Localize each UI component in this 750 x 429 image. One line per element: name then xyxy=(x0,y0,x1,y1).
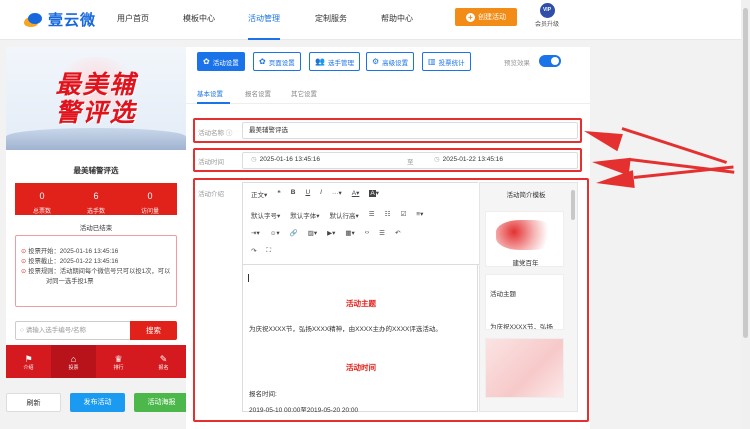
page-scrollbar[interactable] xyxy=(741,0,750,429)
contestant-search-input[interactable]: ○ 请输入选手编号/名称 xyxy=(15,321,131,340)
logo-icon xyxy=(22,12,44,28)
plus-icon: + xyxy=(466,12,475,22)
vote-start: ⊙ 投票开始：2025-01-16 13:45:16 xyxy=(21,248,119,255)
preview-banner: 最美辅 警评选 xyxy=(6,47,186,150)
clock-icon: ⊙ xyxy=(21,258,27,265)
brand-name: 壹云微 xyxy=(48,12,97,29)
vote-rule-cont: 对同一选手投1票 xyxy=(46,278,94,285)
create-activity-button[interactable]: + 创建活动 xyxy=(455,8,517,26)
stat-contestants: 6 选手数 xyxy=(86,191,105,215)
stat-visits: 0 访问量 xyxy=(140,191,159,215)
clock-icon: ⊙ xyxy=(21,268,27,275)
search-button[interactable]: 搜索 xyxy=(130,321,177,340)
nav-item-home[interactable]: 用户首页 xyxy=(117,0,149,40)
banner-title-line2: 警评选 xyxy=(55,99,137,127)
activity-poster-button[interactable]: 活动海报 xyxy=(134,393,189,412)
trophy-icon: ♛ xyxy=(114,354,123,364)
brand-logo[interactable]: 壹云微 xyxy=(22,9,96,30)
page-settings-button[interactable]: ✿ 页面设置 xyxy=(253,52,301,71)
tab-signup[interactable]: ✎ 报名 xyxy=(141,345,186,378)
subtab-signup[interactable]: 报名设置 xyxy=(245,88,271,98)
gear-icon: ✿ xyxy=(259,57,266,66)
create-activity-label: 创建活动 xyxy=(478,14,506,21)
preview-stats: 0 总票数 6 选手数 0 访问量 xyxy=(15,183,177,215)
gear-icon: ✿ xyxy=(203,57,210,66)
tab-vote[interactable]: ⌂ 投票 xyxy=(51,345,96,378)
annotation-box-name xyxy=(193,118,582,143)
nav-item-activities[interactable]: 活动管理 xyxy=(248,0,280,40)
contestant-management-button[interactable]: 👥 选手管理 xyxy=(309,52,360,71)
nav-item-custom-service[interactable]: 定制服务 xyxy=(315,0,347,40)
tab-ranking[interactable]: ♛ 排行 xyxy=(96,345,141,378)
annotation-box-time xyxy=(193,148,582,172)
home-icon: ⌂ xyxy=(70,354,77,364)
refresh-button[interactable]: 刷新 xyxy=(6,393,61,412)
subtab-other[interactable]: 其它设置 xyxy=(291,88,317,98)
preview-tabbar: ⚑ 介绍 ⌂ 投票 ♛ 排行 ✎ 报名 xyxy=(6,345,186,378)
tab-intro[interactable]: ⚑ 介绍 xyxy=(6,345,51,378)
top-navigation-bar: 壹云微 用户首页 模板中心 活动管理 定制服务 帮助中心 + 创建活动 VIP … xyxy=(0,0,750,40)
subtab-basic[interactable]: 基本设置 xyxy=(197,88,223,98)
users-icon: 👥 xyxy=(315,57,325,66)
activity-settings-button[interactable]: ✿ 活动设置 xyxy=(197,52,245,71)
search-icon: ○ xyxy=(20,327,24,334)
vip-upgrade-label: 会员升级 xyxy=(534,22,559,28)
vip-upgrade[interactable]: VIP 会员升级 xyxy=(527,3,567,28)
stat-total-votes: 0 总票数 xyxy=(32,191,51,215)
vote-info-box: ⊙ 投票开始：2025-01-16 13:45:16 ⊙ 投票截止：2025-01-… xyxy=(15,235,177,307)
nav-item-help[interactable]: 帮助中心 xyxy=(381,0,413,40)
advanced-settings-button[interactable]: ⚙ 高级设置 xyxy=(366,52,415,71)
vote-statistics-button[interactable]: ▥ 投票统计 xyxy=(422,52,471,71)
flag-icon: ⚑ xyxy=(24,354,33,364)
vip-badge-icon: VIP xyxy=(539,3,555,18)
preview-effect-label: 预览效果 xyxy=(504,60,530,67)
vote-rule: ⊙ 投票规则：活动期间每个微信号只可以投1次，可以 xyxy=(21,268,171,275)
mobile-preview: 最美辅 警评选 最美辅警评选 0 总票数 6 选手数 0 访问量 活动已结束 ⊙ 投票开… xyxy=(6,47,186,378)
publish-activity-button[interactable]: 发布活动 xyxy=(70,393,125,412)
sliders-icon: ⚙ xyxy=(372,57,380,66)
nav-item-templates[interactable]: 模板中心 xyxy=(183,0,215,40)
activity-status: 活动已结束 xyxy=(79,225,113,232)
bar-chart-icon: ▥ xyxy=(428,57,436,66)
clock-icon: ⊙ xyxy=(21,248,27,255)
vote-end: ⊙ 投票截止：2025-01-22 13:45:16 xyxy=(21,258,119,265)
annotation-box-intro xyxy=(193,178,589,422)
edit-icon: ✎ xyxy=(159,354,168,364)
preview-toggle[interactable] xyxy=(539,55,561,67)
preview-activity-title: 最美辅警评选 xyxy=(73,166,119,175)
